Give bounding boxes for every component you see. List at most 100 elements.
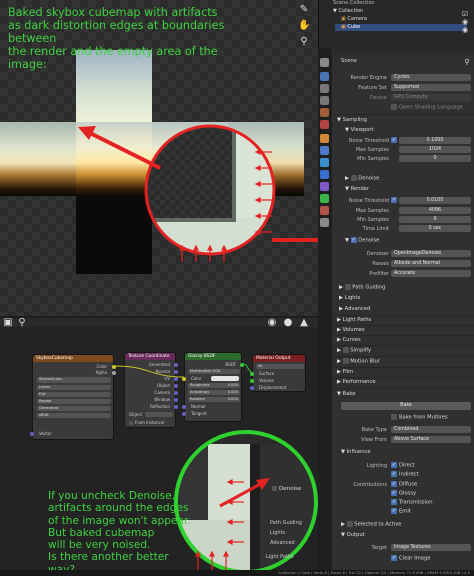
magnified-face-bottom [146, 218, 274, 254]
emit-checkbox[interactable]: ✓ Emit [391, 508, 411, 515]
lights-subpanel[interactable]: ▶ Lights [339, 295, 360, 301]
render-denoise-subpanel[interactable]: ▼ ✓ Denoise [345, 237, 379, 244]
bake-from-multires-checkbox[interactable]: Bake from Multires [391, 414, 448, 421]
status-bar: Collection | Cube | Verts 8 | Faces 6 | … [0, 570, 474, 576]
eye-icon[interactable]: ◉ [459, 24, 471, 36]
light-paths-panel[interactable]: ▶ Light Paths [337, 317, 371, 323]
viewport-max-samples-field[interactable]: 1024 [399, 146, 471, 153]
osl-checkbox[interactable]: Open Shading Language [391, 104, 463, 111]
prefilter-select[interactable]: Accurate [391, 270, 471, 277]
contributions-label: Contributions [353, 482, 387, 488]
render-noise-threshold-label: Noise Threshold [348, 198, 389, 204]
selected-to-active-subpanel[interactable]: ▶ Selected to Active [341, 521, 401, 528]
constraints-tab-icon[interactable] [320, 182, 329, 191]
particles-tab-icon[interactable] [320, 158, 329, 167]
modifier-tab-icon[interactable] [320, 146, 329, 155]
properties-tabs [318, 48, 332, 576]
annotation-bottom-line: of the image won't appear. [48, 514, 191, 527]
properties-editor[interactable]: Scene ⚲ Render Engine Cycles Feature Set… [318, 48, 474, 576]
view-from-select[interactable]: Above Surface [391, 436, 471, 443]
view-from-label: View From [361, 437, 387, 443]
wire-bsdf [242, 363, 253, 373]
zoom-path-guiding: Path Guiding [270, 520, 302, 526]
render-noise-threshold-field[interactable]: 0.0100 [399, 197, 471, 204]
annotation-bottom-line: will be very noised. [48, 539, 151, 552]
viewport-noise-threshold-field[interactable]: 0.1000 [399, 137, 471, 144]
render-tab-icon[interactable] [320, 72, 329, 81]
texture-tab-icon[interactable] [320, 218, 329, 227]
time-limit-label: Time Limit [362, 226, 389, 232]
influence-subpanel[interactable]: ▼ Influence [341, 449, 371, 455]
passes-label: Passes [372, 261, 389, 267]
image-editor[interactable]: Baked skybox cubemap with artifacts as d… [0, 0, 318, 316]
feature-set-select[interactable]: Supported [391, 84, 471, 91]
bake-button[interactable]: Bake [341, 402, 471, 410]
passes-select[interactable]: Albedo and Normal [391, 260, 471, 267]
annotation-bottom: If you uncheck Denoise, artifacts around… [48, 490, 198, 576]
film-panel[interactable]: ▶ Film [337, 369, 353, 375]
world-tab-icon[interactable] [320, 120, 329, 129]
data-tab-icon[interactable] [320, 194, 329, 203]
direct-checkbox[interactable]: ✓ Direct [391, 462, 415, 469]
path-guiding-subpanel[interactable]: ▶ Path Guiding [339, 284, 385, 291]
viewport-denoise-subpanel[interactable]: ▶ Denoise [345, 175, 379, 182]
indirect-checkbox[interactable]: ✓ Indirect [391, 471, 419, 478]
zoom-denoise-checkbox[interactable]: Denoise [272, 486, 301, 492]
annotation-bottom-line: But baked cubemap [48, 526, 155, 539]
bake-type-label: Bake Type [361, 427, 387, 433]
motion-blur-panel[interactable]: ▶ Motion Blur [337, 358, 380, 365]
device-label: Device [369, 95, 387, 101]
outliner-item-cube[interactable]: ▣ Cube [335, 24, 467, 31]
curves-panel[interactable]: ▶ Curves [337, 337, 361, 343]
bake-type-select[interactable]: Combined [391, 426, 471, 433]
wire-color [114, 365, 185, 378]
render-noise-threshold-checkbox[interactable]: ✓ [391, 197, 397, 203]
render-subpanel[interactable]: ▼ Render [345, 186, 369, 192]
scene-breadcrumb: Scene [341, 58, 357, 64]
object-tab-icon[interactable] [320, 134, 329, 143]
target-label: Target [371, 545, 387, 551]
target-select[interactable]: Image Textures [391, 544, 471, 551]
scene-collection-label: Scene Collection [333, 0, 375, 6]
viewport-subpanel[interactable]: ▼ Viewport [345, 127, 374, 133]
physics-tab-icon[interactable] [320, 170, 329, 179]
viewport-noise-threshold-checkbox[interactable]: ✓ [391, 137, 397, 143]
feature-set-label: Feature Set [358, 85, 387, 91]
simplify-panel[interactable]: ▶ Simplify [337, 347, 371, 354]
render-min-samples-field[interactable]: 0 [399, 216, 471, 223]
node-editor[interactable]: ▣ ⚲ ◉ ● ▲ SkyboxCubemap Color Alpha Skyb… [0, 318, 318, 576]
device-select[interactable]: GPU Compute [391, 94, 471, 101]
transmission-checkbox[interactable]: ✓ Transmission [391, 499, 433, 506]
viewport-min-samples-label: Min Samples [357, 156, 389, 162]
outliner-item-camera[interactable]: ▣ Camera [341, 16, 367, 22]
advanced-subpanel[interactable]: ▶ Advanced [339, 306, 370, 312]
denoiser-label: Denoiser [366, 251, 389, 257]
pin-icon[interactable]: ⚲ [461, 56, 473, 68]
material-tab-icon[interactable] [320, 206, 329, 215]
glossy-checkbox[interactable]: ✓ Glossy [391, 490, 416, 497]
scene-tab-icon[interactable] [320, 108, 329, 117]
output-tab-icon[interactable] [320, 84, 329, 93]
diffuse-checkbox[interactable]: ✓ Diffuse [391, 481, 417, 488]
tool-tab-icon[interactable] [320, 58, 329, 67]
view-layer-tab-icon[interactable] [320, 96, 329, 105]
time-limit-field[interactable]: 0 sec [399, 225, 471, 232]
viewport-min-samples-field[interactable]: 0 [399, 155, 471, 162]
render-min-samples-label: Min Samples [357, 217, 389, 223]
render-engine-select[interactable]: Cycles [391, 74, 471, 81]
magnifier-overlay [78, 124, 276, 262]
outliner-item-collection[interactable]: ▼ Collection [333, 8, 363, 14]
viewport-max-samples-label: Max Samples [355, 147, 389, 153]
output-subpanel[interactable]: ▼ Output [341, 532, 365, 538]
bake-panel[interactable]: ▼ Bake [337, 391, 355, 397]
sampling-panel[interactable]: ▼ Sampling [337, 117, 367, 123]
clear-image-checkbox[interactable]: ✓ Clear Image [391, 555, 430, 562]
volumes-panel[interactable]: ▶ Volumes [337, 327, 365, 333]
outliner[interactable]: Scene Collection ▼ Collection ▣ Camera ▣… [318, 0, 474, 48]
denoiser-select[interactable]: OpenImageDenoise [391, 250, 471, 257]
annotation-bottom-line: If you uncheck Denoise, [48, 490, 176, 502]
properties-header [333, 48, 474, 55]
render-max-samples-field[interactable]: 4096 [399, 207, 471, 214]
performance-panel[interactable]: ▶ Performance [337, 379, 376, 385]
prefilter-label: Prefilter [369, 271, 389, 277]
